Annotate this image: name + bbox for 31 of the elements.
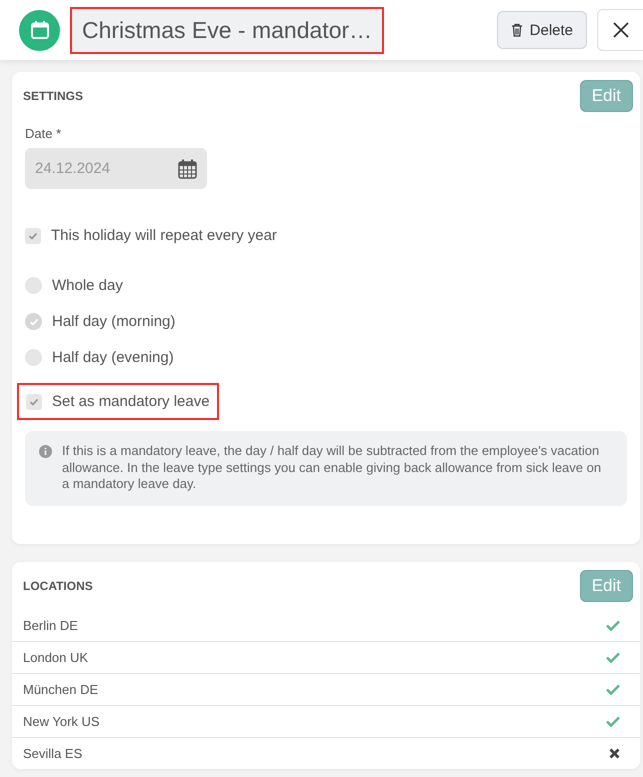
calendar-icon <box>178 158 197 178</box>
section-heading: SETTINGS <box>23 89 84 103</box>
calendar-icon <box>19 10 60 50</box>
info-icon <box>39 445 52 458</box>
delete-button[interactable]: Delete <box>496 11 587 49</box>
trash-icon <box>510 23 523 37</box>
location-name: London UK <box>23 650 88 664</box>
info-text: If this is a mandatory leave, the day / half day will be subtracted from the employee's vacation allowance. In the leave type settings you can enable giving back allowance from sick leave on a mandatory leave day. <box>62 443 602 492</box>
location-name: New York US <box>23 714 100 728</box>
radio-label: Half day (morning) <box>52 313 176 330</box>
location-name: Berlin DE <box>23 618 78 632</box>
holiday-title[interactable]: Christmas Eve - mandator… <box>70 6 384 54</box>
mandatory-leave-option[interactable]: Set as mandatory leave <box>17 383 219 420</box>
repeat-checkbox[interactable] <box>25 228 41 244</box>
radio-button[interactable] <box>25 313 42 330</box>
date-label: Date * <box>25 126 62 141</box>
mandatory-checkbox[interactable] <box>26 394 42 410</box>
check-icon <box>28 230 38 240</box>
radio-label: Half day (evening) <box>52 349 174 366</box>
close-icon <box>612 21 630 39</box>
section-heading: LOCATIONS <box>23 578 93 592</box>
check-icon <box>29 396 39 406</box>
checkbox-label: This holiday will repeat every year <box>51 227 277 244</box>
checkbox-label: Set as mandatory leave <box>52 393 210 410</box>
location-name: München DE <box>23 682 98 696</box>
close-button[interactable] <box>597 9 643 51</box>
location-name: Sevilla ES <box>23 746 82 760</box>
radio-button[interactable] <box>25 349 42 366</box>
radio-button[interactable] <box>25 277 42 294</box>
check-icon <box>28 316 38 326</box>
radio-label: Whole day <box>52 277 123 294</box>
